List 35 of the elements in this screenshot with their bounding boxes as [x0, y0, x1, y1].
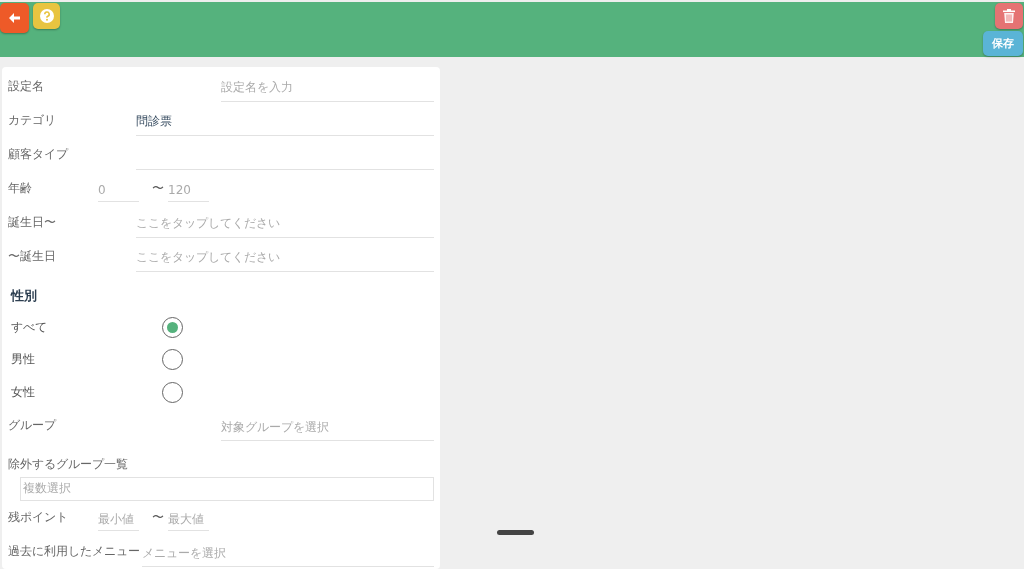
field-label: 設定名 [8, 77, 45, 95]
tilde-separator: 〜 [152, 509, 164, 526]
multi-select-field[interactable]: 複数選択 [20, 476, 434, 501]
trash-icon [1003, 9, 1015, 23]
delete-button[interactable] [995, 3, 1023, 29]
max-field[interactable]: 120 [168, 178, 209, 202]
field-label: 誕生日〜 [8, 213, 57, 231]
question-icon [39, 9, 54, 23]
min-field[interactable]: 0 [98, 178, 139, 202]
save-button[interactable]: 保存 [983, 31, 1023, 56]
radio-label: 男性 [10, 351, 36, 369]
drag-handle[interactable] [497, 530, 534, 535]
input-field[interactable]: 対象グループを選択 [221, 414, 434, 441]
field-label: 除外するグループ一覧 [8, 456, 129, 473]
radio-label: すべて [10, 318, 48, 336]
max-field[interactable]: 最大値 [168, 508, 209, 531]
radio-label: 女性 [10, 383, 36, 401]
field-label: グループ [8, 417, 58, 434]
back-button[interactable] [0, 3, 29, 33]
input-field[interactable]: 問診票 [136, 108, 434, 136]
tilde-separator: 〜 [152, 179, 164, 197]
input-field[interactable]: 設定名を入力 [221, 74, 434, 102]
arrow-left-icon [8, 13, 21, 23]
field-label: 残ポイント [8, 509, 69, 526]
min-field[interactable]: 最小値 [98, 508, 139, 531]
input-field[interactable]: ここをタップしてください [136, 210, 434, 238]
help-button[interactable] [33, 3, 60, 29]
field-label: カテゴリ [8, 111, 57, 129]
input-field[interactable]: ここをタップしてください [136, 244, 434, 272]
field-label: 年齢 [8, 179, 33, 197]
input-field[interactable]: メニューを選択 [142, 540, 434, 567]
field-label: 顧客タイプ [8, 145, 70, 163]
section-heading: 性別 [11, 287, 38, 305]
field-label: 過去に利用したメニュー [8, 543, 141, 560]
field-label: 〜誕生日 [8, 247, 57, 265]
